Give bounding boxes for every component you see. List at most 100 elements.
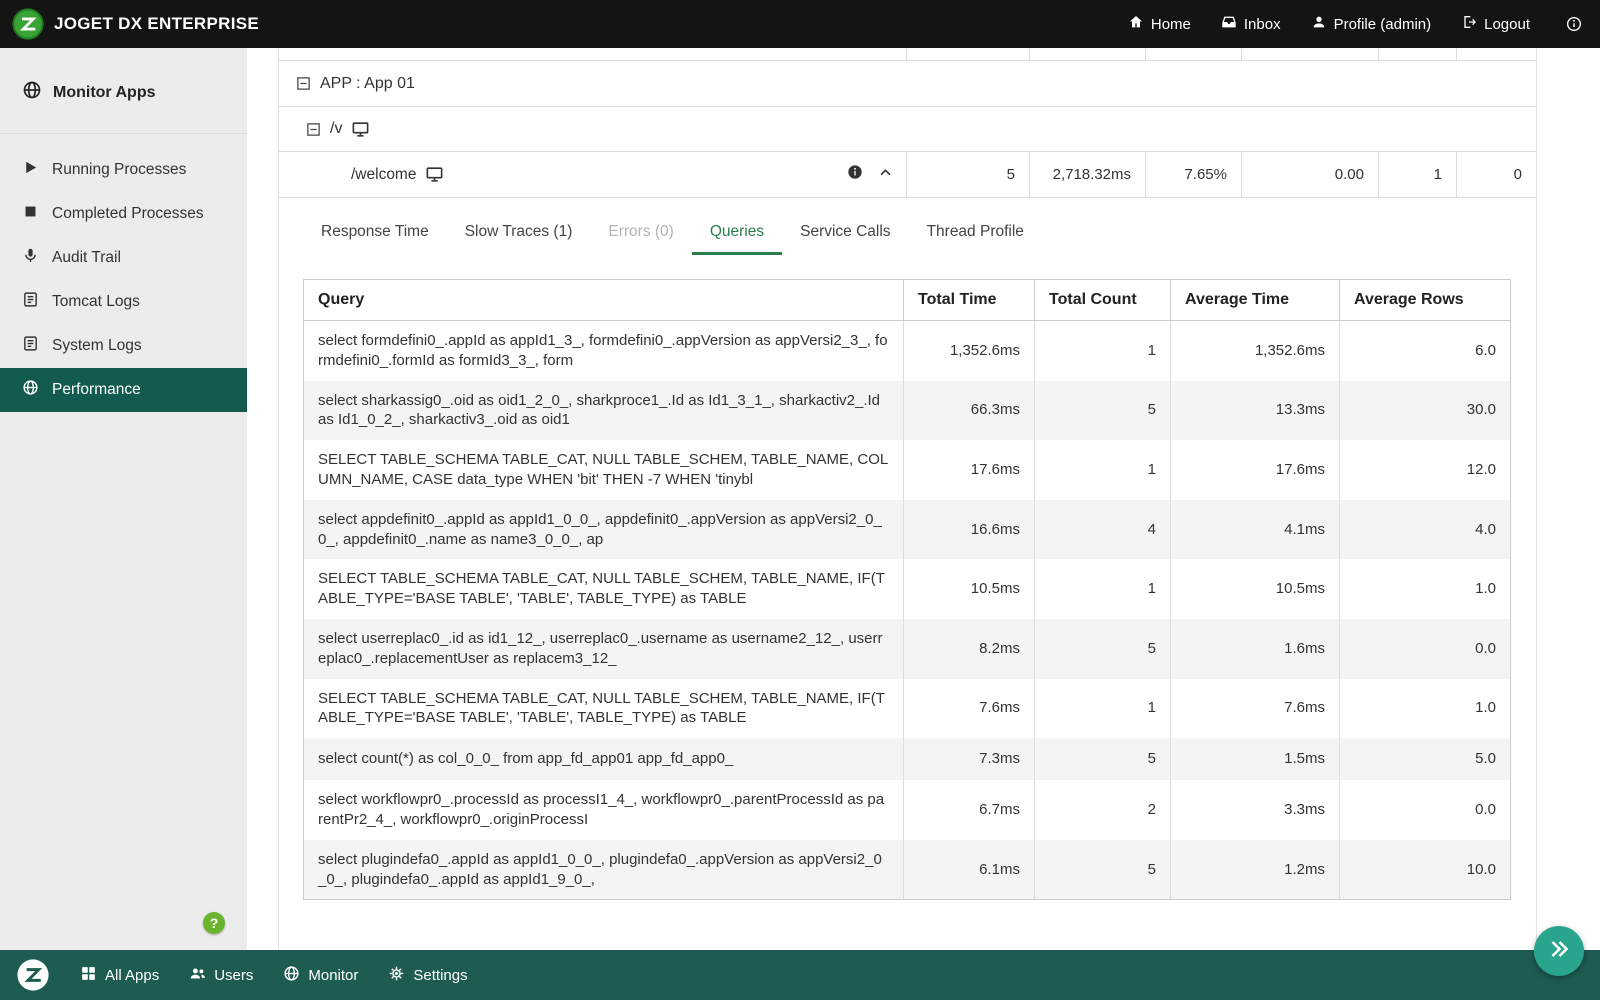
table-row: SELECT TABLE_SCHEMA TABLE_CAT, NULL TABL… [304,440,1510,500]
globe-icon [283,965,300,986]
query-cell: select plugindefa0_.appId as appId1_0_0_… [318,850,882,888]
logout-label: Logout [1484,15,1530,33]
total-count-cell: 1 [1034,321,1170,381]
query-cell: select sharkassig0_.oid as oid1_2_0_, sh… [318,391,881,429]
total-count-cell: 5 [1034,380,1170,441]
average-rows-cell: 4.0 [1339,499,1510,560]
endpoint-col6: 0 [1456,152,1536,197]
bottombar-item-settings[interactable]: Settings [388,965,468,986]
sidebar-item-label: System Logs [52,337,142,354]
endpoint-row[interactable]: /welcome 5 2,718.32ms 7.65% 0.00 1 0 [279,152,1536,198]
profile-link[interactable]: Profile (admin) [1311,14,1431,34]
tab-queries[interactable]: Queries [691,214,783,255]
brand: JOGET DX ENTERPRISE [12,8,259,40]
sidebar-menu: Running Processes Completed Processes Au… [0,134,247,412]
sidebar-item-completed-processes[interactable]: Completed Processes [0,192,247,236]
endpoint-path: /welcome [351,165,417,183]
query-cell: SELECT TABLE_SCHEMA TABLE_CAT, NULL TABL… [318,451,889,488]
total-time-cell: 66.3ms [903,380,1034,441]
table-row: select workflowpr0_.processId as process… [304,780,1510,840]
total-count-cell: 1 [1034,559,1170,619]
average-time-cell: 1.5ms [1170,738,1339,781]
info-icon[interactable] [1566,16,1582,32]
table-row: select sharkassig0_.oid as oid1_2_0_, sh… [304,380,1510,441]
chevron-up-icon[interactable] [878,165,893,185]
tab-thread-profile[interactable]: Thread Profile [909,214,1042,255]
expand-panel-button[interactable] [1534,926,1584,976]
home-icon [1128,14,1144,34]
endpoint-detail: Response Time Slow Traces (1) Errors (0)… [279,198,1536,901]
help-icon[interactable]: ? [203,912,225,934]
total-count-cell: 1 [1034,440,1170,500]
endpoint-total-time: 2,718.32ms [1029,152,1145,197]
average-rows-cell: 6.0 [1339,321,1510,381]
tab-errors[interactable]: Errors (0) [590,214,691,255]
collapse-icon[interactable] [306,122,321,137]
home-link[interactable]: Home [1128,14,1191,34]
average-rows-cell: 12.0 [1339,440,1510,500]
bottombar-item-all-apps[interactable]: All Apps [80,965,159,986]
sidebar-header: Monitor Apps [0,48,247,134]
sidebar-item-label: Tomcat Logs [52,293,140,310]
endpoint-count: 5 [906,152,1029,197]
joget-footer-logo-icon[interactable] [16,958,50,992]
tab-slow-traces[interactable]: Slow Traces (1) [447,214,591,255]
brand-title: JOGET DX ENTERPRISE [54,14,260,33]
query-cell: select userreplac0_.id as id1_12_, userr… [318,629,883,667]
average-time-cell: 1.2ms [1170,839,1339,900]
total-time-cell: 17.6ms [903,440,1034,500]
globe-icon [22,379,39,401]
path-group-row[interactable]: /v [279,107,1536,152]
table-row: SELECT TABLE_SCHEMA TABLE_CAT, NULL TABL… [304,559,1510,619]
sidebar-item-label: Performance [52,381,141,398]
average-rows-cell: 5.0 [1339,738,1510,781]
tab-response-time[interactable]: Response Time [303,214,447,255]
app-shell: Monitor Apps Running Processes Completed… [0,48,1600,950]
query-table-header: Query Total Time Total Count Average Tim… [304,280,1510,321]
average-rows-cell: 0.0 [1339,780,1510,840]
inbox-icon [1221,14,1237,34]
home-label: Home [1150,15,1191,33]
logout-link[interactable]: Logout [1461,14,1530,34]
col-header-query: Query [318,291,365,308]
log-file-icon [22,335,39,357]
average-time-cell: 1,352.6ms [1170,321,1339,381]
user-icon [1311,14,1327,34]
sidebar-item-running-processes[interactable]: Running Processes [0,148,247,192]
bottombar: All Apps Users Monitor Settings [0,950,1600,1000]
total-count-cell: 2 [1034,780,1170,840]
average-time-cell: 17.6ms [1170,440,1339,500]
average-time-cell: 10.5ms [1170,559,1339,619]
bottombar-item-label: Users [214,966,254,984]
users-icon [189,965,206,986]
sidebar-item-tomcat-logs[interactable]: Tomcat Logs [0,280,247,324]
average-rows-cell: 0.0 [1339,618,1510,679]
app-group-row[interactable]: APP : App 01 [279,61,1536,107]
bottombar-item-label: Settings [413,966,468,984]
bottombar-item-monitor[interactable]: Monitor [283,965,358,986]
bottombar-item-label: All Apps [105,966,160,984]
endpoint-percent: 7.65% [1145,152,1241,197]
total-count-cell: 5 [1034,738,1170,781]
collapse-icon[interactable] [296,76,311,91]
average-time-cell: 4.1ms [1170,499,1339,560]
total-count-cell: 5 [1034,618,1170,679]
info-icon[interactable] [847,164,863,185]
total-time-cell: 16.6ms [903,499,1034,560]
tab-service-calls[interactable]: Service Calls [782,214,908,255]
total-count-cell: 5 [1034,839,1170,900]
table-row: SELECT TABLE_SCHEMA TABLE_CAT, NULL TABL… [304,678,1510,739]
sidebar-item-performance[interactable]: Performance [0,368,247,412]
sidebar-item-system-logs[interactable]: System Logs [0,324,247,368]
table-row: select count(*) as col_0_0_ from app_fd_… [304,738,1510,781]
sidebar-item-audit-trail[interactable]: Audit Trail [0,236,247,280]
total-time-cell: 6.1ms [903,839,1034,900]
col-header-average-time: Average Time [1170,280,1339,320]
inbox-link[interactable]: Inbox [1221,14,1281,34]
total-time-cell: 6.7ms [903,780,1034,840]
average-rows-cell: 10.0 [1339,839,1510,900]
average-rows-cell: 1.0 [1339,559,1510,619]
bottombar-item-users[interactable]: Users [189,965,253,986]
endpoint-col5: 1 [1378,152,1456,197]
sidebar-item-label: Audit Trail [52,249,121,266]
